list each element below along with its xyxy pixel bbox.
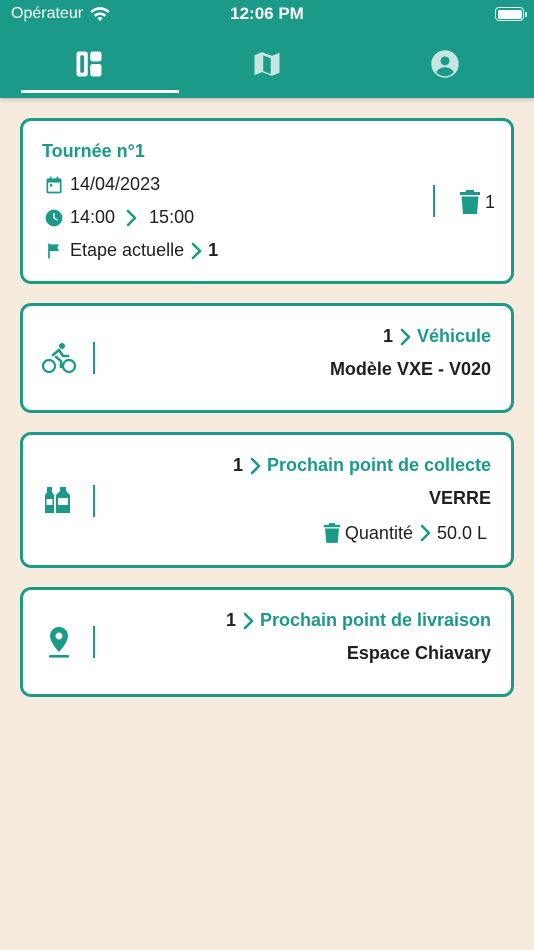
trash-bin-icon [459,189,481,215]
app-header: Opérateur 12:06 PM [0,0,534,98]
dashboard-icon [74,49,104,79]
delivery-place: Espace Chiavary [346,643,491,663]
tour-date-row: 14/04/2023 [44,174,160,195]
collection-quantity-value: 50.0 L [436,522,487,543]
chevron-right-icon [242,612,256,630]
collection-count: 1 [232,455,243,475]
divider [93,342,95,374]
delivery-label: Prochain point de livraison [259,610,491,630]
tour-step-value: 1 [208,240,219,260]
vehicle-count: 1 [382,326,393,346]
location-pin-icon [41,624,77,660]
collection-quantity-label: Quantité [344,522,413,543]
tab-account[interactable] [356,30,534,98]
vehicle-model: Modèle VXE - V020 [329,359,491,379]
vehicle-header: 1 Véhicule [383,326,491,347]
bicycle-icon [41,340,77,376]
tour-bin-count: 1 [459,189,495,215]
divider [93,626,95,658]
collection-header: 1 Prochain point de collecte [233,455,491,476]
tour-date: 14/04/2023 [70,174,161,194]
flag-icon [44,241,64,261]
chevron-right-icon [249,457,263,475]
tour-end-time: 15:00 [149,207,195,227]
delivery-header: 1 Prochain point de livraison [226,610,491,631]
account-icon [430,49,460,79]
divider [93,485,95,517]
chevron-right-icon [190,242,204,260]
status-time: 12:06 PM [230,4,304,23]
divider [433,185,435,217]
delivery-card[interactable]: 1 Prochain point de livraison Espace Chi… [20,587,514,697]
calendar-icon [44,175,64,195]
collection-quantity-row: Quantité 50.0 L [323,522,487,544]
collection-material: VERRE [428,488,491,508]
chevron-right-icon [125,209,139,227]
tour-step-row: Etape actuelle 1 [44,240,218,261]
tour-start-time: 14:00 [70,207,116,227]
tab-dashboard[interactable] [0,30,179,98]
vehicle-label: Véhicule [416,326,491,346]
tab-selected-indicator [21,90,179,93]
bottles-icon [41,483,77,519]
status-bar: Opérateur 12:06 PM [0,0,534,30]
tab-bar [0,30,534,98]
map-icon [252,49,282,79]
tour-time-row: 14:00 15:00 [44,207,194,228]
chevron-right-icon [399,328,413,346]
vehicle-card[interactable]: 1 Véhicule Modèle VXE - V020 [20,303,514,413]
tour-title: Tournée n°1 [42,141,145,161]
tour-card[interactable]: Tournée n°1 14/04/2023 14:00 15:00 Etape… [20,118,514,284]
collection-card[interactable]: 1 Prochain point de collecte VERRE Quant… [20,432,514,568]
battery-icon [495,7,527,21]
chevron-right-icon [419,524,433,542]
collection-label: Prochain point de collecte [266,455,491,475]
delivery-count: 1 [225,610,236,630]
trash-bin-icon [323,522,341,544]
tour-step-label: Etape actuelle [70,240,185,260]
clock-icon [44,208,64,228]
tab-map[interactable] [178,30,356,98]
tour-bin-count-value: 1 [485,191,496,212]
